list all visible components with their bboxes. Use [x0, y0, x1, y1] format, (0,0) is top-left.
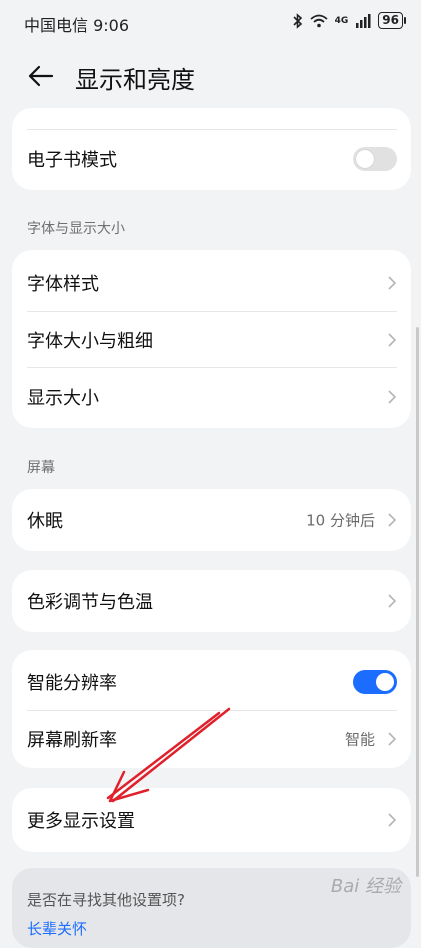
font-style-label: 字体样式 — [27, 273, 99, 295]
ebook-mode-toggle[interactable] — [353, 146, 397, 171]
sleep-row[interactable]: 休眠 10 分钟后 — [12, 491, 411, 548]
chevron-right-icon — [388, 731, 397, 746]
page-header: 显示和亮度 — [0, 52, 421, 100]
font-card: 字体样式 字体大小与粗细 显示大小 — [12, 250, 411, 428]
ebook-mode-row[interactable]: 电子书模式 — [12, 130, 411, 187]
chevron-right-icon — [388, 332, 397, 347]
bluetooth-icon — [293, 12, 302, 29]
more-display-settings-label: 更多显示设置 — [27, 810, 135, 832]
chevron-right-icon — [388, 512, 397, 527]
display-size-label: 显示大小 — [27, 387, 99, 409]
signal-icon — [356, 13, 371, 28]
battery-indicator: 96 — [378, 12, 406, 29]
color-card: 色彩调节与色温 — [12, 570, 411, 632]
chevron-right-icon — [388, 812, 397, 827]
sleep-value: 10 分钟后 — [306, 511, 375, 529]
status-bar: 中国电信 9:06 4G 96 — [0, 0, 421, 44]
help-question: 是否在寻找其他设置项? — [27, 891, 185, 909]
screen-section-header: 屏幕 — [27, 460, 55, 476]
chevron-right-icon — [388, 389, 397, 404]
smart-resolution-label: 智能分辨率 — [27, 672, 117, 694]
chevron-right-icon — [388, 593, 397, 608]
font-size-row[interactable]: 字体大小与粗细 — [12, 311, 411, 368]
more-settings-card: 更多显示设置 — [12, 788, 411, 852]
display-size-row[interactable]: 显示大小 — [12, 368, 411, 425]
carrier-time: 中国电信 9:06 — [24, 16, 130, 35]
sleep-card: 休眠 10 分钟后 — [12, 489, 411, 551]
smart-resolution-row[interactable]: 智能分辨率 — [12, 653, 411, 710]
ebook-mode-label: 电子书模式 — [27, 149, 117, 171]
refresh-rate-label: 屏幕刷新率 — [27, 729, 117, 751]
resolution-card: 智能分辨率 屏幕刷新率 智能 — [12, 650, 411, 768]
elder-care-link[interactable]: 长辈关怀 — [27, 918, 87, 939]
network-type: 4G — [334, 15, 349, 26]
font-size-label: 字体大小与粗细 — [27, 330, 153, 352]
watermark: Bai 经验 — [330, 876, 401, 897]
back-arrow-icon[interactable] — [26, 62, 54, 90]
page-title: 显示和亮度 — [75, 66, 195, 94]
wifi-icon — [310, 14, 328, 27]
scrollbar[interactable] — [416, 327, 419, 877]
sleep-label: 休眠 — [27, 510, 63, 532]
refresh-rate-value: 智能 — [344, 730, 375, 748]
chevron-right-icon — [388, 275, 397, 290]
smart-resolution-toggle[interactable] — [353, 669, 397, 694]
more-display-settings-row[interactable]: 更多显示设置 — [12, 791, 411, 848]
refresh-rate-row[interactable]: 屏幕刷新率 智能 — [12, 710, 411, 767]
reading-card: 电子书模式 — [12, 108, 411, 190]
font-style-row[interactable]: 字体样式 — [12, 254, 411, 311]
font-section-header: 字体与显示大小 — [27, 221, 125, 237]
color-label: 色彩调节与色温 — [27, 591, 153, 613]
color-row[interactable]: 色彩调节与色温 — [12, 572, 411, 629]
